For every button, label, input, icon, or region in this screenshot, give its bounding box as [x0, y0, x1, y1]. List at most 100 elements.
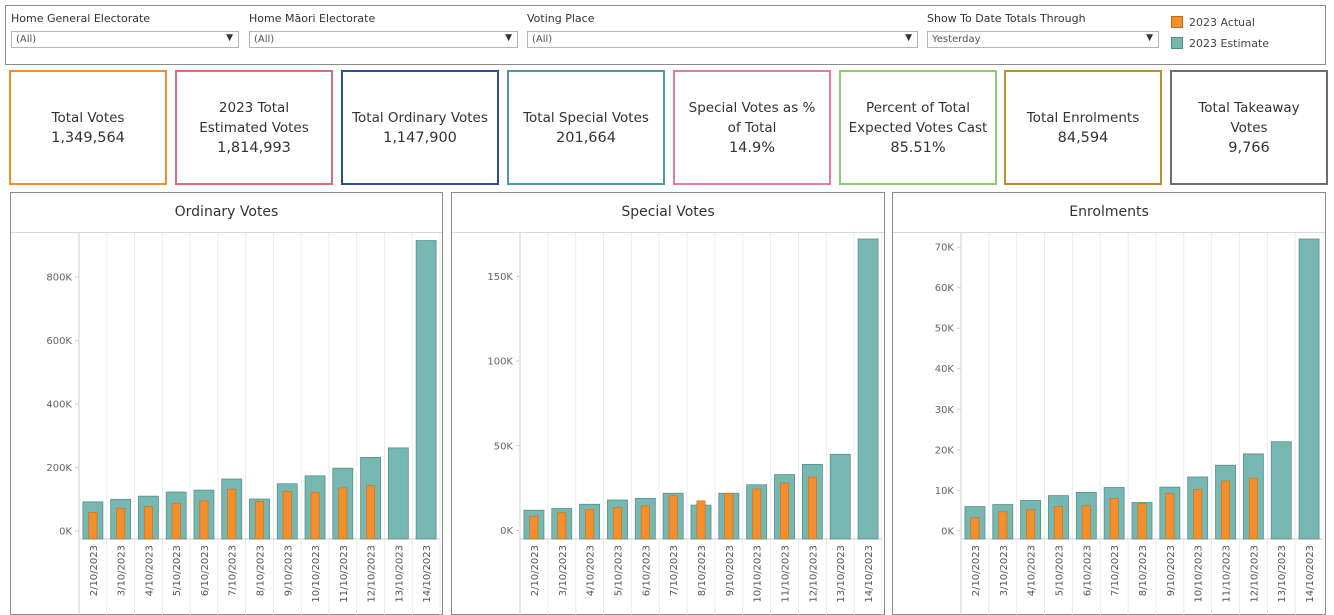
bar-actual[interactable] — [1081, 505, 1091, 540]
filter-label: Voting Place — [527, 12, 595, 25]
bar-actual[interactable] — [1109, 498, 1119, 540]
dropdown-value: Yesterday — [932, 34, 981, 45]
kpi-total-enrolments: Total Enrolments 84,594 — [1004, 70, 1162, 185]
bar-actual[interactable] — [1248, 477, 1258, 540]
y-tick-label: 40K — [935, 364, 955, 375]
bar-actual[interactable] — [668, 495, 678, 540]
filter-bar: Home General Electorate (All) ▼ Home Māo… — [5, 5, 1326, 65]
y-tick-label: 70K — [935, 243, 955, 254]
x-tick-label: 2/10/2023 — [530, 545, 541, 596]
bar-actual[interactable] — [1193, 489, 1203, 540]
bar-estimate[interactable] — [1270, 441, 1292, 540]
bar-actual[interactable] — [171, 502, 181, 540]
bar-actual[interactable] — [199, 500, 209, 540]
x-tick-label: 3/10/2023 — [117, 545, 128, 596]
x-tick-label: 8/10/2023 — [256, 545, 267, 596]
bar-actual[interactable] — [998, 511, 1008, 540]
enrolments-chart: 0K 10K 20K 30K 40K 50K 60K 70K 2/10/2023 3/10/202… — [935, 233, 1324, 615]
y-tick-label: 60K — [935, 283, 955, 294]
kpi-title: Total Enrolments — [1026, 109, 1140, 126]
kpi-title: Total Takeaway Votes — [1198, 99, 1300, 136]
bar-actual[interactable] — [807, 476, 817, 540]
x-tick-label: 3/10/2023 — [999, 545, 1010, 596]
bar-actual[interactable] — [1026, 509, 1036, 540]
bar-actual[interactable] — [557, 512, 567, 540]
x-tick-label: 8/10/2023 — [697, 545, 708, 596]
x-tick-label: 12/10/2023 — [808, 545, 819, 603]
bar-actual[interactable] — [143, 506, 153, 540]
show-to-date-dropdown[interactable]: Yesterday ▼ — [927, 31, 1159, 48]
bar-actual[interactable] — [640, 505, 650, 540]
kpi-value: 1,814,993 — [217, 139, 291, 156]
x-tick-label: 11/10/2023 — [339, 545, 350, 603]
x-tick-label: 7/10/2023 — [1110, 545, 1121, 596]
home-general-electorate-dropdown[interactable]: (All) ▼ — [11, 31, 239, 48]
legend-swatch-estimate — [1171, 37, 1183, 49]
bar-estimate[interactable] — [1298, 238, 1320, 540]
bar-actual[interactable] — [970, 517, 980, 540]
voting-place-dropdown[interactable]: (All) ▼ — [527, 31, 918, 48]
home-maori-electorate-dropdown[interactable]: (All) ▼ — [249, 31, 518, 48]
dropdown-value: (All) — [254, 34, 275, 45]
y-tick-label: 50K — [494, 441, 514, 452]
x-tick-label: 7/10/2023 — [669, 545, 680, 596]
kpi-total-ordinary-votes: Total Ordinary Votes 1,147,900 — [341, 70, 499, 185]
bar-actual[interactable] — [1221, 480, 1231, 540]
x-tick-label: 7/10/2023 — [228, 545, 239, 596]
special-votes-panel: Special Votes 0K 50K 100K 150K 2/10/2023 3/10… — [451, 192, 885, 615]
bar-actual[interactable] — [780, 482, 790, 540]
bar-actual[interactable] — [696, 500, 706, 540]
bar-actual[interactable] — [310, 492, 320, 540]
x-tick-label: 5/10/2023 — [613, 545, 624, 596]
bar-actual[interactable] — [612, 507, 622, 540]
bar-estimate[interactable] — [387, 447, 409, 540]
bar-actual[interactable] — [1137, 503, 1147, 540]
kpi-title: Total Special Votes — [523, 109, 649, 126]
kpi-value: 85.51% — [890, 139, 946, 156]
x-tick-label: 4/10/2023 — [144, 545, 155, 596]
y-tick-label: 200K — [46, 463, 72, 474]
x-tick-label: 14/10/2023 — [864, 545, 875, 603]
bar-actual[interactable] — [752, 488, 762, 540]
legend-item-actual[interactable]: 2023 Actual — [1171, 13, 1269, 31]
bar-estimate[interactable] — [415, 240, 437, 540]
bar-actual[interactable] — [585, 509, 595, 540]
kpi-title: Special Votes as % of Total — [688, 99, 816, 136]
y-tick-label: 50K — [935, 324, 955, 335]
kpi-value: 84,594 — [1057, 129, 1109, 146]
chart-title: Special Votes — [452, 193, 884, 233]
kpi-value: 9,766 — [1228, 139, 1270, 156]
bar-actual[interactable] — [88, 512, 98, 540]
dropdown-value: (All) — [16, 34, 37, 45]
bar-actual[interactable] — [529, 515, 539, 540]
x-tick-label: 10/10/2023 — [311, 545, 322, 603]
bar-actual[interactable] — [282, 491, 292, 540]
bar-actual[interactable] — [1165, 493, 1175, 540]
bar-estimate[interactable] — [857, 238, 879, 540]
bar-actual[interactable] — [116, 507, 126, 540]
y-tick-label: 0K — [500, 526, 513, 537]
bar-actual[interactable] — [1053, 506, 1063, 540]
bar-actual[interactable] — [255, 500, 264, 540]
x-tick-label: 8/10/2023 — [1138, 545, 1149, 596]
kpi-title: 2023 Total Estimated Votes — [199, 99, 309, 136]
filter-home-general-electorate: Home General Electorate (All) ▼ — [11, 12, 239, 48]
filter-label: Home General Electorate — [11, 12, 151, 25]
ordinary-votes-panel: Ordinary Votes 0K 200K 400K 600K 800K 2/10/20… — [10, 192, 443, 615]
bar-actual[interactable] — [338, 487, 348, 540]
filter-label: Home Māori Electorate — [249, 12, 376, 25]
kpi-total-estimated-votes: 2023 Total Estimated Votes 1,814,993 — [175, 70, 333, 185]
chevron-down-icon: ▼ — [905, 33, 912, 43]
bar-actual[interactable] — [366, 485, 376, 540]
x-tick-label: 4/10/2023 — [586, 545, 597, 596]
chevron-down-icon: ▼ — [505, 33, 512, 43]
bar-actual[interactable] — [227, 488, 237, 540]
legend-item-estimate[interactable]: 2023 Estimate — [1171, 34, 1269, 52]
kpi-title: Percent of Total Expected Votes Cast — [848, 99, 988, 136]
x-tick-label: 4/10/2023 — [1027, 545, 1038, 596]
x-tick-label: 12/10/2023 — [367, 545, 378, 603]
bar-estimate[interactable] — [829, 453, 851, 540]
kpi-special-votes-percent: Special Votes as % of Total 14.9% — [673, 70, 831, 185]
bar-actual[interactable] — [724, 492, 734, 540]
filter-show-to-date: Show To Date Totals Through Yesterday ▼ — [927, 12, 1159, 48]
